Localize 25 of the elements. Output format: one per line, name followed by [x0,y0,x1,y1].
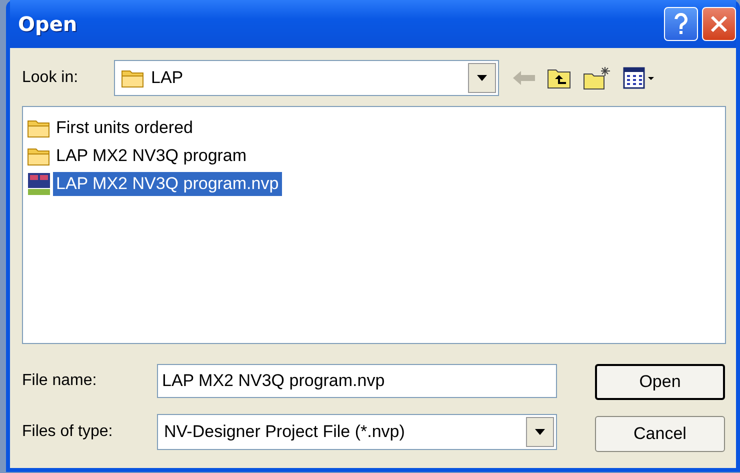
close-icon [710,15,728,33]
dropdown-arrow-icon [535,429,545,435]
file-item[interactable]: LAP MX2 NV3Q program [53,144,250,168]
project-file-icon [27,172,51,196]
up-folder-icon[interactable] [547,67,571,89]
new-folder-icon[interactable] [583,66,611,90]
file-item[interactable]: First units ordered [53,116,196,140]
file-type-label: Files of type: [22,423,114,441]
folder-icon [121,68,145,88]
cancel-button[interactable]: Cancel [595,416,725,452]
folder-icon [27,146,51,166]
dropdown-arrow-icon [477,75,487,81]
file-item[interactable]: LAP MX2 NV3Q program.nvp [53,172,282,196]
help-icon [673,13,689,35]
file-type-dropdown[interactable]: NV-Designer Project File (*.nvp) [157,414,557,450]
close-button[interactable] [702,7,736,41]
look-in-label: Look in: [22,69,80,87]
view-menu-icon[interactable] [623,67,655,89]
help-button[interactable] [664,7,698,41]
window-title: Open [18,12,78,36]
look-in-dropdown[interactable]: LAP [114,60,499,96]
folder-icon [27,118,51,138]
file-name-label: File name: [22,372,98,390]
open-button[interactable]: Open [595,364,725,400]
file-name-field[interactable]: LAP MX2 NV3Q program.nvp [157,364,557,398]
